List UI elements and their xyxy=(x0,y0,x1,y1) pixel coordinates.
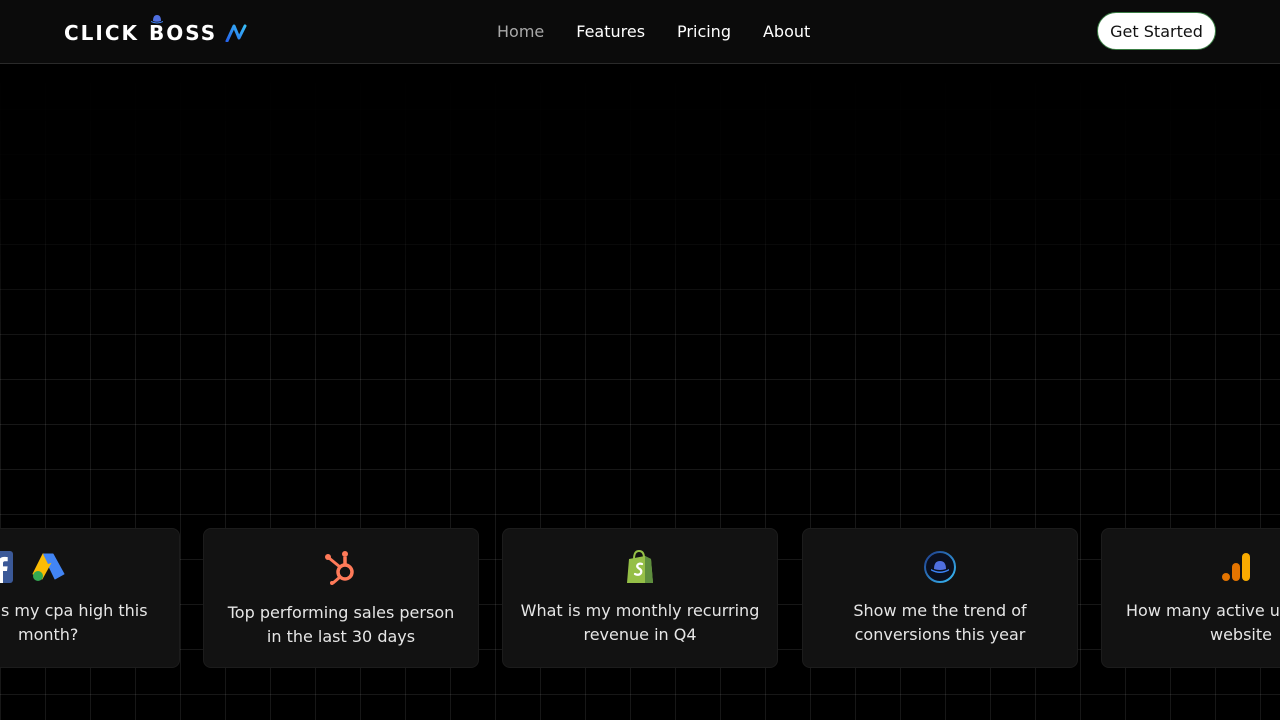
get-started-button[interactable]: Get Started xyxy=(1097,12,1216,50)
logo[interactable]: CLICK BOSS xyxy=(64,15,249,46)
shopify-icon xyxy=(627,550,653,583)
facebook-icon xyxy=(0,551,13,583)
card-text: How many active use website xyxy=(1126,601,1280,644)
nav-item-pricing[interactable]: Pricing xyxy=(677,22,731,42)
clickboss-hat-icon xyxy=(924,551,956,583)
prompt-card-sales[interactable]: Top performing sales person in the last … xyxy=(203,528,479,668)
card-icons xyxy=(0,549,65,585)
google-analytics-icon xyxy=(1222,553,1250,581)
prompt-card-revenue[interactable]: What is my monthly recurring revenue in … xyxy=(502,528,778,668)
nav-item-home[interactable]: Home xyxy=(497,22,544,42)
card-text: What is my monthly recurring revenue in … xyxy=(520,601,760,644)
nav-item-about[interactable]: About xyxy=(763,22,810,42)
logo-word-click: CLICK xyxy=(64,21,140,45)
page: CLICK BOSS Home Features Pricing About G… xyxy=(0,0,1280,720)
card-text: s my cpa high this month? xyxy=(1,601,148,644)
prompt-card-cpa[interactable]: s my cpa high this month? xyxy=(0,528,180,668)
prompt-card-conversions[interactable]: Show me the trend of conversions this ye… xyxy=(802,528,1078,668)
logo-word-boss: BOSS xyxy=(149,15,217,45)
nav-item-features[interactable]: Features xyxy=(576,22,645,42)
hat-icon xyxy=(151,15,164,24)
google-ads-icon xyxy=(32,553,65,581)
nav-links: Home Features Pricing About xyxy=(497,22,842,42)
navbar: CLICK BOSS Home Features Pricing About G… xyxy=(0,0,1280,64)
card-icons xyxy=(803,549,1077,585)
card-text: Show me the trend of conversions this ye… xyxy=(853,601,1027,644)
card-icons xyxy=(1220,549,1252,585)
card-icons xyxy=(204,549,478,585)
card-text: Top performing sales person in the last … xyxy=(227,603,455,646)
ai-mark-icon xyxy=(225,24,248,42)
hubspot-icon xyxy=(325,551,354,585)
logo-ai-mark xyxy=(225,24,249,42)
card-icons xyxy=(503,549,777,585)
prompt-card-active-users[interactable]: How many active use website xyxy=(1101,528,1280,668)
